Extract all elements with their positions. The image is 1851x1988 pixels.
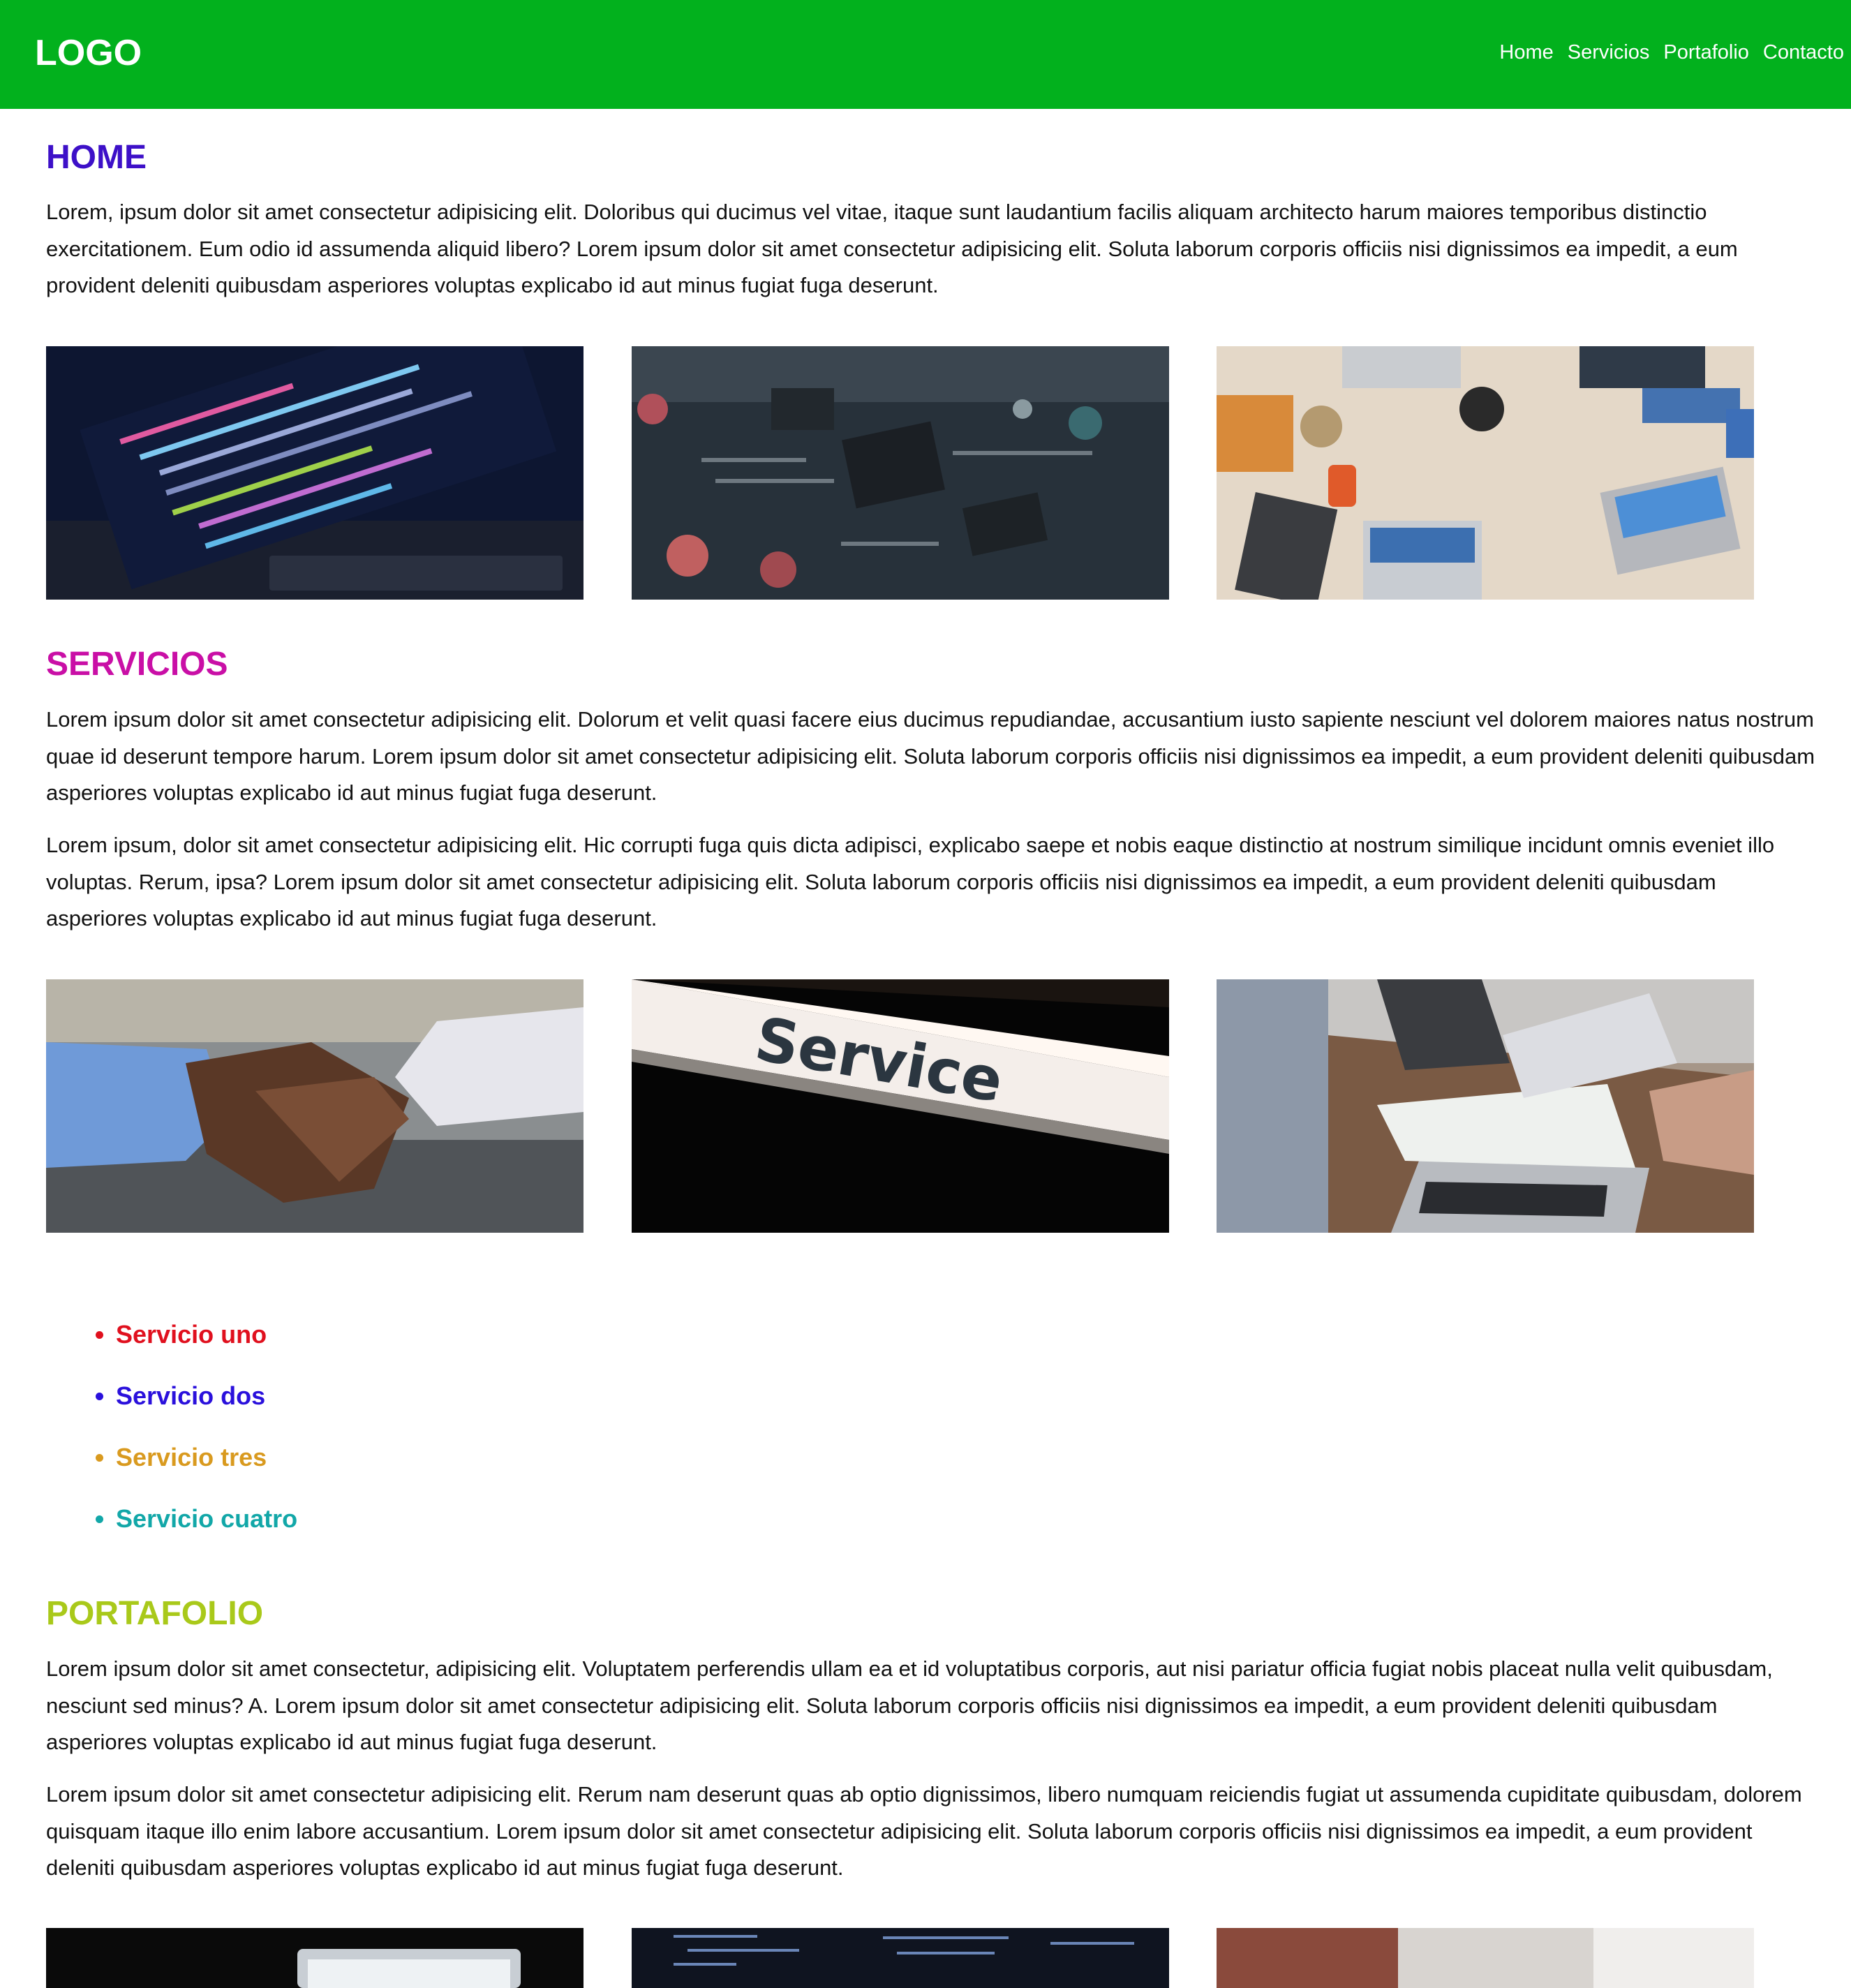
laptop-screen-photo bbox=[46, 1928, 583, 1988]
service-item-label: Servicio dos bbox=[116, 1381, 266, 1410]
portafolio-paragraph-1: Lorem ipsum dolor sit amet consectetur, … bbox=[46, 1656, 1773, 1754]
logo[interactable]: LOGO bbox=[35, 31, 142, 75]
service-item-cuatro: Servicio cuatro bbox=[116, 1504, 297, 1565]
nav-link-portafolio[interactable]: Portafolio bbox=[1663, 39, 1749, 66]
service-item-label: Servicio uno bbox=[116, 1320, 267, 1349]
service-item-tres: Servicio tres bbox=[116, 1442, 297, 1504]
team-laptops-desk-photo bbox=[1217, 346, 1754, 600]
service-item-label: Servicio tres bbox=[116, 1443, 267, 1471]
portafolio-paragraph-2: Lorem ipsum dolor sit amet consectetur a… bbox=[46, 1782, 1802, 1880]
office-chair-photo bbox=[1217, 1928, 1754, 1988]
meeting-laptops-photo bbox=[1217, 979, 1754, 1233]
servicios-paragraph-1: Lorem ipsum dolor sit amet consectetur a… bbox=[46, 707, 1815, 805]
service-item-label: Servicio cuatro bbox=[116, 1504, 298, 1533]
handshake-photo bbox=[46, 979, 583, 1233]
service-sign-photo: Service bbox=[632, 979, 1169, 1233]
nav-link-servicios[interactable]: Servicios bbox=[1568, 39, 1650, 66]
portafolio-title: PORTAFOLIO bbox=[46, 1595, 264, 1632]
servicios-title: SERVICIOS bbox=[46, 646, 228, 683]
service-item-dos: Servicio dos bbox=[116, 1381, 297, 1442]
code-monitor-photo bbox=[632, 1928, 1169, 1988]
code-on-laptop-photo bbox=[46, 346, 583, 600]
home-title: HOME bbox=[46, 139, 147, 176]
nav-link-home[interactable]: Home bbox=[1499, 39, 1553, 66]
service-item-uno: Servicio uno bbox=[116, 1319, 297, 1381]
servicios-paragraph-2: Lorem ipsum, dolor sit amet consectetur … bbox=[46, 833, 1775, 930]
site-header: LOGO Home Servicios Portafolio Contacto bbox=[0, 0, 1851, 109]
main-nav: Home Servicios Portafolio Contacto bbox=[1499, 39, 1844, 66]
home-paragraph: Lorem, ipsum dolor sit amet consectetur … bbox=[46, 200, 1738, 297]
services-list: Servicio uno Servicio dos Servicio tres … bbox=[116, 1319, 297, 1565]
nav-link-contacto[interactable]: Contacto bbox=[1763, 39, 1844, 66]
circuit-board-photo bbox=[632, 346, 1169, 600]
